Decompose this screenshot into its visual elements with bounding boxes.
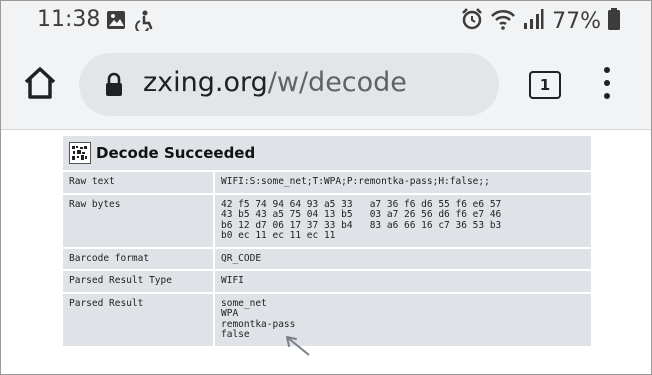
home-button[interactable] (21, 64, 59, 102)
row-label: Raw bytes (63, 194, 213, 247)
row-value: WIFI:S:some_net;T:WPA;P:remontka-pass;H:… (215, 172, 591, 193)
image-icon (105, 9, 127, 35)
header-row: Decode Succeeded (63, 136, 591, 170)
overflow-menu-button[interactable] (597, 67, 617, 101)
header-cell: Decode Succeeded (63, 136, 591, 170)
url-bar[interactable]: zxing.org/w/decode (79, 53, 499, 116)
table-row: Parsed Result some_net WPA remontka-pass… (63, 293, 591, 346)
decode-result-table: Decode Succeeded Raw text WIFI:S:some_ne… (61, 134, 593, 348)
row-label: Barcode format (63, 248, 213, 269)
table-row: Raw text WIFI:S:some_net;T:WPA;P:remontk… (63, 172, 591, 193)
home-icon (24, 67, 56, 99)
battery-percent: 77% (552, 8, 601, 34)
status-time: 11:38 (37, 7, 101, 32)
tab-switcher-button[interactable]: 1 (529, 71, 561, 99)
signal-icon (522, 8, 544, 34)
lock-icon (104, 72, 124, 102)
result-title: Decode Succeeded (96, 143, 256, 162)
zxing-logo-icon (69, 142, 91, 164)
row-value: 42 f5 74 94 64 93 a5 33 a7 36 f6 d6 55 f… (215, 194, 591, 247)
menu-dot-icon (604, 80, 610, 86)
row-label: Raw text (63, 172, 213, 193)
alarm-icon (460, 7, 484, 35)
row-value: WIFI (215, 271, 591, 292)
table-row: Barcode format QR_CODE (63, 248, 591, 269)
row-value: some_net WPA remontka-pass false (215, 293, 591, 346)
table-row: Parsed Result Type WIFI (63, 271, 591, 292)
battery-icon (607, 7, 621, 35)
status-right-icons: 77% (460, 7, 621, 35)
url-path: /w/decode (267, 67, 407, 98)
browser-toolbar: zxing.org/w/decode 1 (1, 41, 651, 130)
accessibility-icon (133, 9, 155, 35)
table-row: Raw bytes 42 f5 74 94 64 93 a5 33 a7 36 … (63, 194, 591, 247)
menu-dot-icon (604, 67, 610, 73)
row-label: Parsed Result Type (63, 271, 213, 292)
status-left-icons (105, 9, 155, 35)
url-text: zxing.org/w/decode (143, 67, 407, 98)
row-label: Parsed Result (63, 293, 213, 346)
row-value: QR_CODE (215, 248, 591, 269)
page-content: Decode Succeeded Raw text WIFI:S:some_ne… (1, 130, 651, 374)
annotation-arrow-icon (286, 336, 310, 356)
wifi-icon (490, 7, 516, 35)
menu-dot-icon (604, 93, 610, 99)
url-domain: zxing.org (143, 67, 268, 98)
status-bar: 11:38 77% (1, 1, 651, 41)
screenshot-frame: 11:38 77% zxing.org/w/decode 1 Decode Su… (0, 0, 652, 375)
